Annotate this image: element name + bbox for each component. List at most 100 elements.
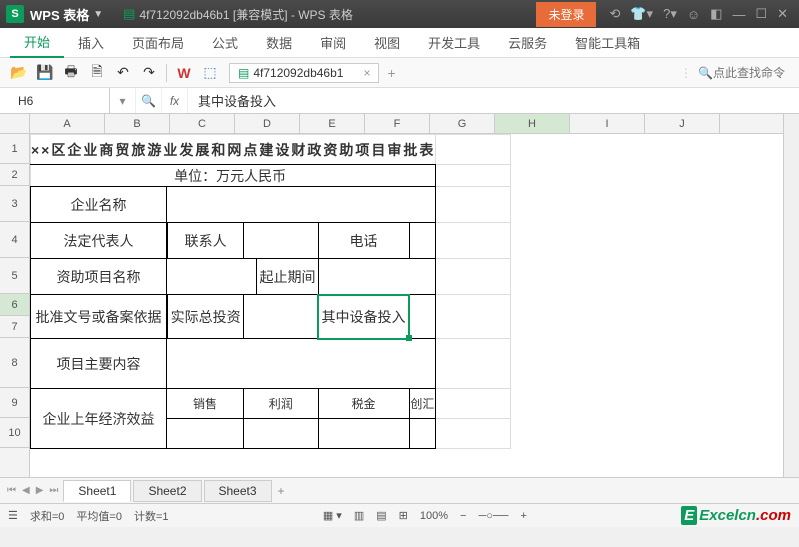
view-break-icon[interactable]: ⊞ — [399, 509, 408, 522]
fx-icon[interactable]: fx — [162, 88, 188, 113]
sheet-tab-1[interactable]: Sheet1 — [63, 480, 131, 502]
cell-period-value[interactable] — [318, 259, 436, 295]
cell-equipment-value[interactable] — [409, 295, 436, 339]
document-tab[interactable]: ▤ 4f712092db46b1 × — [229, 63, 379, 83]
formula-search-icon[interactable]: 🔍 — [136, 88, 162, 113]
cell-benefit-label[interactable]: 企业上年经济效益 — [31, 389, 167, 449]
cell-J8[interactable] — [436, 339, 511, 389]
cells-grid[interactable]: ××区企业商贸旅游业发展和网点建设财政资助项目审批表 单位：万元人民币 企业名称… — [30, 134, 511, 449]
skin-icon[interactable]: 👕▾ — [630, 6, 653, 22]
cell-phone-label[interactable]: 电话 — [318, 223, 409, 259]
row-header-4[interactable]: 4 — [0, 222, 29, 258]
sheet-tab-2[interactable]: Sheet2 — [133, 480, 201, 502]
app-menu-dropdown-icon[interactable]: ▼ — [93, 9, 103, 20]
sheet-nav-last-icon[interactable]: ⏭ — [49, 485, 58, 496]
formula-dropdown-icon[interactable]: ▾ — [110, 88, 136, 113]
save-icon[interactable]: 💾 — [34, 62, 56, 84]
cell-J6[interactable] — [436, 295, 511, 339]
cell-J3[interactable] — [436, 187, 511, 223]
cell-reference[interactable]: H6 — [0, 88, 110, 113]
formula-value[interactable]: 其中设备投入 — [188, 91, 799, 110]
login-button[interactable]: 未登录 — [536, 2, 596, 27]
row-header-10[interactable]: 10 — [0, 418, 29, 448]
cell-legal-rep-label[interactable]: 法定代表人 — [31, 223, 167, 259]
close-icon[interactable]: ✕ — [777, 6, 788, 22]
col-header-J[interactable]: J — [645, 114, 720, 133]
whatsnew-icon[interactable]: ◧ — [710, 6, 722, 22]
cube-icon[interactable]: ⬚ — [199, 62, 221, 84]
view-normal-icon[interactable]: ▥ — [354, 509, 364, 522]
open-icon[interactable]: 📂 — [8, 62, 30, 84]
row-header-9[interactable]: 9 — [0, 388, 29, 418]
col-header-I[interactable]: I — [570, 114, 645, 133]
cell-forex-value[interactable] — [409, 419, 436, 449]
col-header-A[interactable]: A — [30, 114, 105, 133]
menu-pagelayout[interactable]: 页面布局 — [118, 28, 198, 58]
cell-tax-value[interactable] — [318, 419, 409, 449]
menu-cloud[interactable]: 云服务 — [494, 28, 561, 58]
menu-data[interactable]: 数据 — [252, 28, 306, 58]
cell-profit-value[interactable] — [244, 419, 318, 449]
zoom-level[interactable]: 100% — [420, 510, 448, 522]
wps-w-icon[interactable]: W — [173, 62, 195, 84]
menu-start[interactable]: 开始 — [10, 28, 64, 58]
zoom-in-icon[interactable]: + — [520, 510, 526, 522]
zoom-slider[interactable]: ─○── — [478, 510, 508, 522]
cell-J1[interactable] — [436, 135, 511, 165]
cell-unit[interactable]: 单位：万元人民币 — [31, 165, 436, 187]
row-header-2[interactable]: 2 — [0, 164, 29, 186]
cell-project-name-value[interactable] — [167, 259, 257, 295]
cell-tax-label[interactable]: 税金 — [318, 389, 409, 419]
col-header-H[interactable]: H — [495, 114, 570, 133]
sheet-nav-first-icon[interactable]: ⏮ — [7, 485, 16, 496]
row-header-3[interactable]: 3 — [0, 186, 29, 222]
cell-sales-label[interactable]: 销售 — [167, 389, 244, 419]
menu-dev[interactable]: 开发工具 — [414, 28, 494, 58]
col-header-D[interactable]: D — [235, 114, 300, 133]
col-header-E[interactable]: E — [300, 114, 365, 133]
row-header-8[interactable]: 8 — [0, 338, 29, 388]
row-header-6[interactable]: 6 — [0, 294, 29, 316]
preview-icon[interactable]: 🗎 — [86, 62, 108, 84]
sheet-tab-3[interactable]: Sheet3 — [204, 480, 272, 502]
cell-company-name-value[interactable] — [167, 187, 436, 223]
search-input[interactable] — [713, 66, 793, 80]
cell-phone-value[interactable] — [409, 223, 436, 259]
help-icon[interactable]: ?▾ — [663, 6, 677, 22]
menu-view[interactable]: 视图 — [360, 28, 414, 58]
row-header-7[interactable]: 7 — [0, 316, 29, 338]
add-sheet-icon[interactable]: + — [278, 484, 285, 498]
cell-J10[interactable] — [436, 419, 511, 449]
cell-profit-label[interactable]: 利润 — [244, 389, 318, 419]
zoom-out-icon[interactable]: − — [460, 510, 466, 522]
col-header-G[interactable]: G — [430, 114, 495, 133]
undo-icon[interactable]: ↶ — [112, 62, 134, 84]
cell-invest-value[interactable] — [244, 295, 318, 339]
cell-J5[interactable] — [436, 259, 511, 295]
view-page-icon[interactable]: ▤ — [376, 509, 386, 522]
doc-tab-close-icon[interactable]: × — [363, 66, 370, 80]
sheet-nav-prev-icon[interactable]: ◀ — [22, 485, 30, 496]
cell-J2[interactable] — [436, 165, 511, 187]
cell-content-value[interactable] — [167, 339, 436, 389]
cell-invest-label[interactable]: 实际总投资 — [168, 295, 244, 339]
cell-forex-label[interactable]: 创汇 — [409, 389, 436, 419]
cell-approval-label[interactable]: 批准文号或备案依据 — [31, 295, 167, 339]
cell-company-name-label[interactable]: 企业名称 — [31, 187, 167, 223]
redo-icon[interactable]: ↷ — [138, 62, 160, 84]
col-header-C[interactable]: C — [170, 114, 235, 133]
cell-contact-value[interactable] — [244, 223, 318, 259]
col-header-F[interactable]: F — [365, 114, 430, 133]
status-menu-icon[interactable]: ☰ — [8, 509, 18, 522]
col-header-B[interactable]: B — [105, 114, 170, 133]
cell-J9[interactable] — [436, 389, 511, 419]
cell-sales-value[interactable] — [167, 419, 244, 449]
menu-formula[interactable]: 公式 — [198, 28, 252, 58]
vertical-scrollbar[interactable] — [783, 114, 799, 477]
cell-project-name-label[interactable]: 资助项目名称 — [31, 259, 167, 295]
status-grid-icon[interactable]: ▦ ▾ — [323, 509, 342, 522]
menu-insert[interactable]: 插入 — [64, 28, 118, 58]
sync-icon[interactable]: ⟲ — [609, 6, 620, 22]
row-header-5[interactable]: 5 — [0, 258, 29, 294]
feedback-icon[interactable]: ☺ — [687, 7, 700, 22]
